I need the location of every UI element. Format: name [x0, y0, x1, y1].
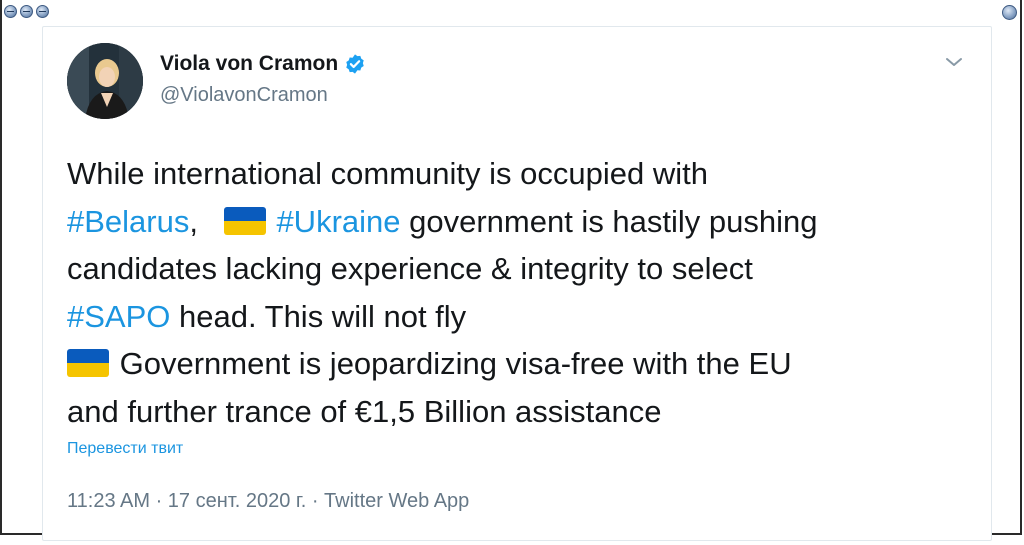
tweet-timestamp[interactable]: 11:23 AM · 17 сент. 2020 г. · Twitter We…: [67, 490, 469, 513]
minimize-icon[interactable]: [36, 5, 49, 18]
hashtag-link[interactable]: #Belarus: [67, 204, 189, 239]
tweet-line: Government is jeopardizing visa-free wit…: [67, 340, 947, 388]
author-handle[interactable]: @ViolavonCramon: [160, 84, 328, 107]
tweet-text-segment: While international community is occupie…: [67, 156, 708, 191]
minimize-icon[interactable]: [1002, 5, 1017, 20]
tweet-text: While international community is occupie…: [67, 150, 947, 435]
tweet-text-segment: and further trance of €1,5 Billion assis…: [67, 393, 662, 429]
avatar[interactable]: [67, 43, 143, 119]
verified-badge-icon: [346, 54, 364, 74]
translate-tweet-link[interactable]: Перевести твит: [67, 440, 183, 458]
tweet-line: and further trance of €1,5 Billion assis…: [67, 388, 947, 436]
tweet-text-segment: head. This will not fly: [170, 298, 467, 334]
chevron-down-icon[interactable]: [943, 54, 965, 70]
minimize-icon[interactable]: [20, 5, 33, 18]
ukraine-flag-icon: [67, 349, 109, 377]
tweet-line: #Belarus, #Ukraine government is hastily…: [67, 198, 947, 246]
hashtag-link[interactable]: #Ukraine: [276, 204, 400, 239]
author-name[interactable]: Viola von Cramon: [160, 52, 338, 76]
tweet-text-segment: candidates lacking experience & integrit…: [67, 251, 753, 286]
tweet-line: While international community is occupie…: [67, 150, 947, 198]
minimize-icon[interactable]: [4, 5, 17, 18]
author-row[interactable]: Viola von Cramon: [160, 52, 366, 76]
tweet-line: #SAPO head. This will not fly: [67, 293, 947, 341]
tweet-text-segment: ,: [189, 203, 224, 239]
tweet-text-segment: government is hastily pushing: [400, 203, 818, 239]
ukraine-flag-icon: [223, 206, 266, 235]
avatar-photo: [67, 43, 143, 119]
tweet-line: candidates lacking experience & integrit…: [67, 245, 947, 293]
hashtag-link[interactable]: #SAPO: [67, 299, 170, 334]
tweet-text-segment: Government is jeopardizing visa-free wit…: [111, 346, 792, 381]
